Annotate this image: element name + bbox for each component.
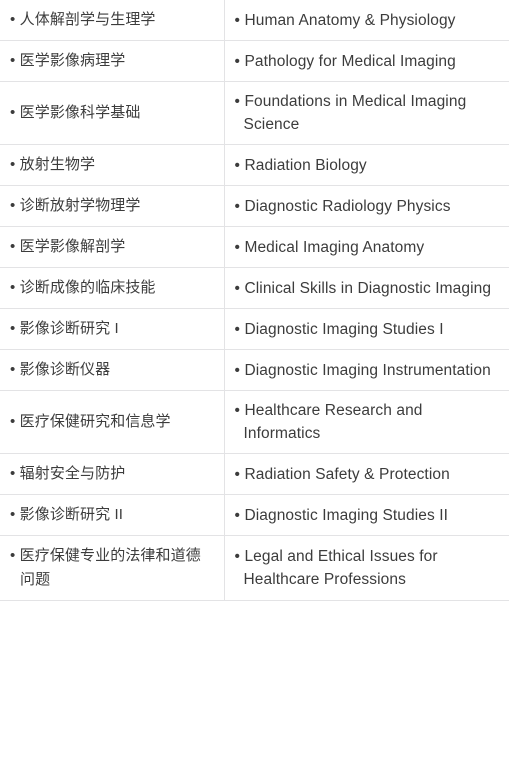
bullet-icon: •	[10, 413, 20, 430]
course-name-english-cell: • Diagnostic Radiology Physics	[224, 186, 509, 227]
course-name-chinese-cell: • 影像诊断研究 I	[0, 308, 225, 350]
course-name-chinese: • 放射生物学	[10, 156, 96, 173]
table-row: • 影像诊断仪器 • Diagnostic Imaging Instrumenta…	[0, 349, 509, 391]
bullet-icon: •	[10, 465, 20, 482]
course-name-chinese: • 人体解剖学与生理学	[10, 11, 156, 28]
bullet-icon: •	[10, 361, 20, 378]
table-row: • 医疗保健专业的法律和道德问题 • Legal and Ethical Issu…	[0, 535, 509, 601]
course-name-chinese: • 诊断放射学物理学	[10, 197, 141, 214]
course-name-chinese-cell: • 医学影像病理学	[0, 40, 225, 82]
bullet-icon: •	[10, 104, 20, 121]
course-name-english: • Diagnostic Imaging Instrumentation	[234, 361, 491, 379]
course-name-chinese: • 辐射安全与防护	[10, 465, 126, 482]
bullet-icon: •	[234, 548, 245, 565]
course-name-english-cell: • Diagnostic Imaging Studies I	[224, 309, 509, 350]
bullet-icon: •	[234, 197, 245, 215]
table-row: • 人体解剖学与生理学 • Human Anatomy & Physiology	[0, 0, 509, 41]
course-name-english-cell: • Diagnostic Imaging Instrumentation	[224, 350, 509, 391]
bullet-icon: •	[10, 547, 20, 564]
course-name-english: • Healthcare Research and Informatics	[234, 402, 423, 442]
bullet-icon: •	[234, 11, 245, 29]
course-name-chinese-cell: • 医学影像解剖学	[0, 226, 225, 268]
course-name-english: • Medical Imaging Anatomy	[234, 238, 425, 256]
course-name-chinese-cell: • 医疗保健研究和信息学	[0, 390, 225, 454]
course-name-english: • Radiation Biology	[234, 156, 367, 174]
course-name-english-cell: • Healthcare Research and Informatics	[224, 391, 509, 454]
course-name-english: • Diagnostic Radiology Physics	[234, 197, 451, 215]
course-name-chinese-cell: • 影像诊断研究 II	[0, 494, 225, 536]
course-name-chinese: • 医学影像解剖学	[10, 238, 126, 255]
bullet-icon: •	[10, 156, 20, 173]
bullet-icon: •	[10, 506, 20, 523]
course-name-chinese: • 影像诊断研究 II	[10, 506, 124, 523]
bullet-icon: •	[10, 197, 20, 214]
course-name-chinese: • 医学影像科学基础	[10, 104, 141, 121]
table-row: • 影像诊断研究 II • Diagnostic Imaging Studies …	[0, 494, 509, 536]
bullet-icon: •	[234, 465, 245, 483]
course-name-chinese: • 医学影像病理学	[10, 52, 126, 69]
course-name-english-cell: • Radiation Safety & Protection	[224, 454, 509, 495]
course-name-chinese: • 影像诊断仪器	[10, 361, 111, 378]
table-row: • 医学影像病理学 • Pathology for Medical Imaging	[0, 40, 509, 82]
course-name-english-cell: • Human Anatomy & Physiology	[224, 0, 509, 41]
course-name-english-cell: • Pathology for Medical Imaging	[224, 41, 509, 82]
bullet-icon: •	[10, 320, 20, 337]
bullet-icon: •	[234, 238, 245, 256]
course-name-english: • Legal and Ethical Issues for Healthcar…	[234, 548, 438, 588]
table-row: • 辐射安全与防护 • Radiation Safety & Protection	[0, 453, 509, 495]
course-name-chinese-cell: • 辐射安全与防护	[0, 453, 225, 495]
table-row: • 医学影像解剖学 • Medical Imaging Anatomy	[0, 226, 509, 268]
course-name-chinese: • 诊断成像的临床技能	[10, 279, 156, 296]
course-name-english: • Pathology for Medical Imaging	[234, 52, 456, 70]
course-name-chinese-cell: • 影像诊断仪器	[0, 349, 225, 391]
bullet-icon: •	[10, 238, 20, 255]
course-name-chinese-cell: • 诊断放射学物理学	[0, 185, 225, 227]
bullet-icon: •	[234, 156, 245, 174]
table-row: • 诊断成像的临床技能 • Clinical Skills in Diagnost…	[0, 267, 509, 309]
course-name-english: • Human Anatomy & Physiology	[234, 11, 456, 29]
course-name-english: • Foundations in Medical Imaging Science	[234, 93, 467, 133]
course-name-chinese-cell: • 医学影像科学基础	[0, 81, 225, 145]
course-name-chinese: • 医疗保健研究和信息学	[10, 413, 171, 430]
course-name-english-cell: • Legal and Ethical Issues for Healthcar…	[224, 536, 509, 601]
course-name-english-cell: • Medical Imaging Anatomy	[224, 227, 509, 268]
bullet-icon: •	[234, 506, 245, 524]
course-name-english-cell: • Radiation Biology	[224, 145, 509, 186]
bullet-icon: •	[234, 320, 245, 338]
course-name-chinese: • 影像诊断研究 I	[10, 320, 119, 337]
table-row: • 影像诊断研究 I • Diagnostic Imaging Studies I	[0, 308, 509, 350]
bullet-icon: •	[234, 402, 245, 419]
table-row: • 诊断放射学物理学 • Diagnostic Radiology Physics	[0, 185, 509, 227]
course-name-english-cell: • Foundations in Medical Imaging Science	[224, 82, 509, 145]
course-name-chinese-cell: • 人体解剖学与生理学	[0, 0, 225, 41]
course-name-english-cell: • Clinical Skills in Diagnostic Imaging	[224, 268, 509, 309]
table-row: • 医学影像科学基础 • Foundations in Medical Imagi…	[0, 81, 509, 145]
bullet-icon: •	[234, 361, 245, 379]
course-name-english: • Clinical Skills in Diagnostic Imaging	[234, 279, 492, 297]
table-row: • 医疗保健研究和信息学 • Healthcare Research and In…	[0, 390, 509, 454]
course-name-english-cell: • Diagnostic Imaging Studies II	[224, 495, 509, 536]
course-name-english: • Radiation Safety & Protection	[234, 465, 450, 483]
table-row: • 放射生物学 • Radiation Biology	[0, 144, 509, 186]
course-name-chinese-cell: • 诊断成像的临床技能	[0, 267, 225, 309]
bullet-icon: •	[10, 279, 20, 296]
bilingual-course-table: • 人体解剖学与生理学 • Human Anatomy & Physiology •…	[0, 0, 509, 601]
bullet-icon: •	[10, 52, 20, 69]
course-name-chinese: • 医疗保健专业的法律和道德问题	[10, 547, 201, 588]
course-table-body: • 人体解剖学与生理学 • Human Anatomy & Physiology •…	[0, 0, 509, 601]
course-name-chinese-cell: • 医疗保健专业的法律和道德问题	[0, 535, 225, 601]
course-name-chinese-cell: • 放射生物学	[0, 144, 225, 186]
bullet-icon: •	[234, 279, 245, 297]
bullet-icon: •	[234, 52, 245, 70]
course-name-english: • Diagnostic Imaging Studies II	[234, 506, 449, 524]
bullet-icon: •	[10, 11, 20, 28]
bullet-icon: •	[234, 93, 245, 110]
course-name-english: • Diagnostic Imaging Studies I	[234, 320, 444, 338]
